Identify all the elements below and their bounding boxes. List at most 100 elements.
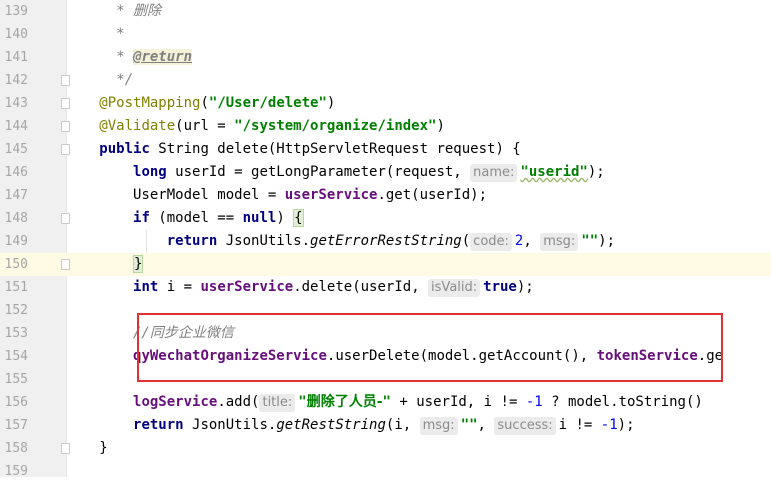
code-token: .get(userId); <box>377 187 488 203</box>
code-line[interactable]: 148 if (model == null) { <box>0 207 771 230</box>
line-number[interactable]: 141 <box>0 46 28 69</box>
line-number[interactable]: 156 <box>0 391 28 414</box>
code-token: UserModel model = <box>74 187 285 203</box>
code-text[interactable]: UserModel model = userService.get(userId… <box>74 184 487 207</box>
line-number[interactable]: 159 <box>0 460 28 483</box>
code-text[interactable]: logService.add(title: "删除了人员-" + userId, … <box>74 391 703 414</box>
code-text[interactable]: return JsonUtils.getRestString(i, msg: ""… <box>74 414 635 437</box>
code-token: i != <box>558 417 601 433</box>
line-number[interactable]: 143 <box>0 92 28 115</box>
code-token: { <box>293 209 304 227</box>
line-number[interactable]: 140 <box>0 23 28 46</box>
code-text[interactable]: public String delete(HttpServletRequest … <box>74 138 521 161</box>
code-text[interactable]: int i = userService.delete(userId, isVal… <box>74 276 534 299</box>
code-line[interactable]: 145 public String delete(HttpServletRequ… <box>0 138 771 161</box>
line-number[interactable]: 158 <box>0 437 28 460</box>
line-number[interactable]: 151 <box>0 276 28 299</box>
code-text[interactable]: * @return <box>74 46 193 69</box>
code-line[interactable]: 158 } <box>0 437 771 460</box>
code-text[interactable]: return JsonUtils.getErrorRestString(code… <box>74 230 615 253</box>
code-text[interactable]: * <box>74 23 124 46</box>
line-number[interactable]: 154 <box>0 345 28 368</box>
line-number[interactable]: 152 <box>0 299 28 322</box>
code-token: long <box>133 164 167 180</box>
code-line[interactable]: 143 @PostMapping("/User/delete") <box>0 92 771 115</box>
code-line[interactable]: 141 * @return <box>0 46 771 69</box>
code-line[interactable]: 149 return JsonUtils.getErrorRestString(… <box>0 230 771 253</box>
parameter-hint: name: <box>470 164 518 182</box>
code-line[interactable]: 139 * 删除 <box>0 0 771 23</box>
code-token: userService <box>200 279 294 295</box>
code-line[interactable]: 144 @Validate(url = "/system/organize/in… <box>0 115 771 138</box>
line-number[interactable]: 153 <box>0 322 28 345</box>
code-token: */ <box>74 72 134 88</box>
code-text[interactable]: } <box>74 437 107 460</box>
code-line[interactable]: 142 */ <box>0 69 771 92</box>
line-number[interactable]: 139 <box>0 0 28 23</box>
code-line[interactable]: 151 int i = userService.delete(userId, i… <box>0 276 771 299</box>
line-number[interactable]: 147 <box>0 184 28 207</box>
line-number[interactable]: 157 <box>0 414 28 437</box>
code-token: * <box>74 3 134 19</box>
code-token: ); <box>587 164 605 180</box>
indent-guide <box>146 230 147 253</box>
line-number[interactable]: 148 <box>0 207 28 230</box>
line-number[interactable]: 145 <box>0 138 28 161</box>
code-line[interactable]: 150 } <box>0 253 771 276</box>
code-token: userId = getLongParameter(request, <box>166 164 471 180</box>
code-line[interactable]: 140 * <box>0 23 771 46</box>
code-token: JsonUtils. <box>217 233 311 249</box>
code-text[interactable]: * 删除 <box>74 0 161 23</box>
code-line[interactable]: 159 <box>0 460 771 483</box>
code-text[interactable]: if (model == null) { <box>74 207 304 230</box>
fold-marker-icon[interactable] <box>61 213 70 224</box>
code-token: ); <box>516 279 534 295</box>
code-token: if <box>133 210 150 226</box>
code-text[interactable]: @PostMapping("/User/delete") <box>74 92 335 115</box>
code-token: -1 <box>525 394 543 410</box>
line-number[interactable]: 155 <box>0 368 28 391</box>
line-number[interactable]: 150 <box>0 253 28 276</box>
fold-marker-icon[interactable] <box>61 443 70 454</box>
code-token: -1 <box>600 417 618 433</box>
line-number[interactable]: 142 <box>0 69 28 92</box>
highlight-box <box>137 313 723 382</box>
code-token: ) <box>436 118 445 134</box>
code-token: 删除 <box>133 3 162 19</box>
code-token: "userid" <box>520 164 588 180</box>
code-token: ( <box>461 233 471 249</box>
code-token: getRestString <box>276 417 386 433</box>
code-text[interactable]: @Validate(url = "/system/organize/index"… <box>74 115 445 138</box>
code-text[interactable]: } <box>74 253 144 276</box>
line-number[interactable]: 146 <box>0 161 28 184</box>
fold-marker-icon[interactable] <box>61 259 70 270</box>
fold-marker-icon[interactable] <box>61 144 70 155</box>
code-token: i = <box>158 279 201 295</box>
code-token: String delete(HttpServletRequest request… <box>149 141 521 157</box>
fold-marker-icon[interactable] <box>61 98 70 109</box>
code-token: getErrorRestString <box>310 233 462 249</box>
code-token: ( <box>200 95 209 111</box>
line-number[interactable]: 149 <box>0 230 28 253</box>
code-token: .delete(userId, <box>293 279 429 295</box>
fold-marker-icon[interactable] <box>61 75 70 86</box>
code-line[interactable]: 147 UserModel model = userService.get(us… <box>0 184 771 207</box>
code-token: logService <box>133 394 218 410</box>
code-line[interactable]: 157 return JsonUtils.getRestString(i, ms… <box>0 414 771 437</box>
code-line[interactable]: 156 logService.add(title: "删除了人员-" + user… <box>0 391 771 414</box>
code-text[interactable]: */ <box>74 69 133 92</box>
code-token: JsonUtils. <box>183 417 277 433</box>
code-text[interactable]: long userId = getLongParameter(request, … <box>74 161 605 184</box>
code-token: ? model.toString() <box>542 394 703 410</box>
code-line[interactable]: 146 long userId = getLongParameter(reque… <box>0 161 771 184</box>
fold-marker-icon[interactable] <box>61 121 70 132</box>
line-number[interactable]: 144 <box>0 115 28 138</box>
